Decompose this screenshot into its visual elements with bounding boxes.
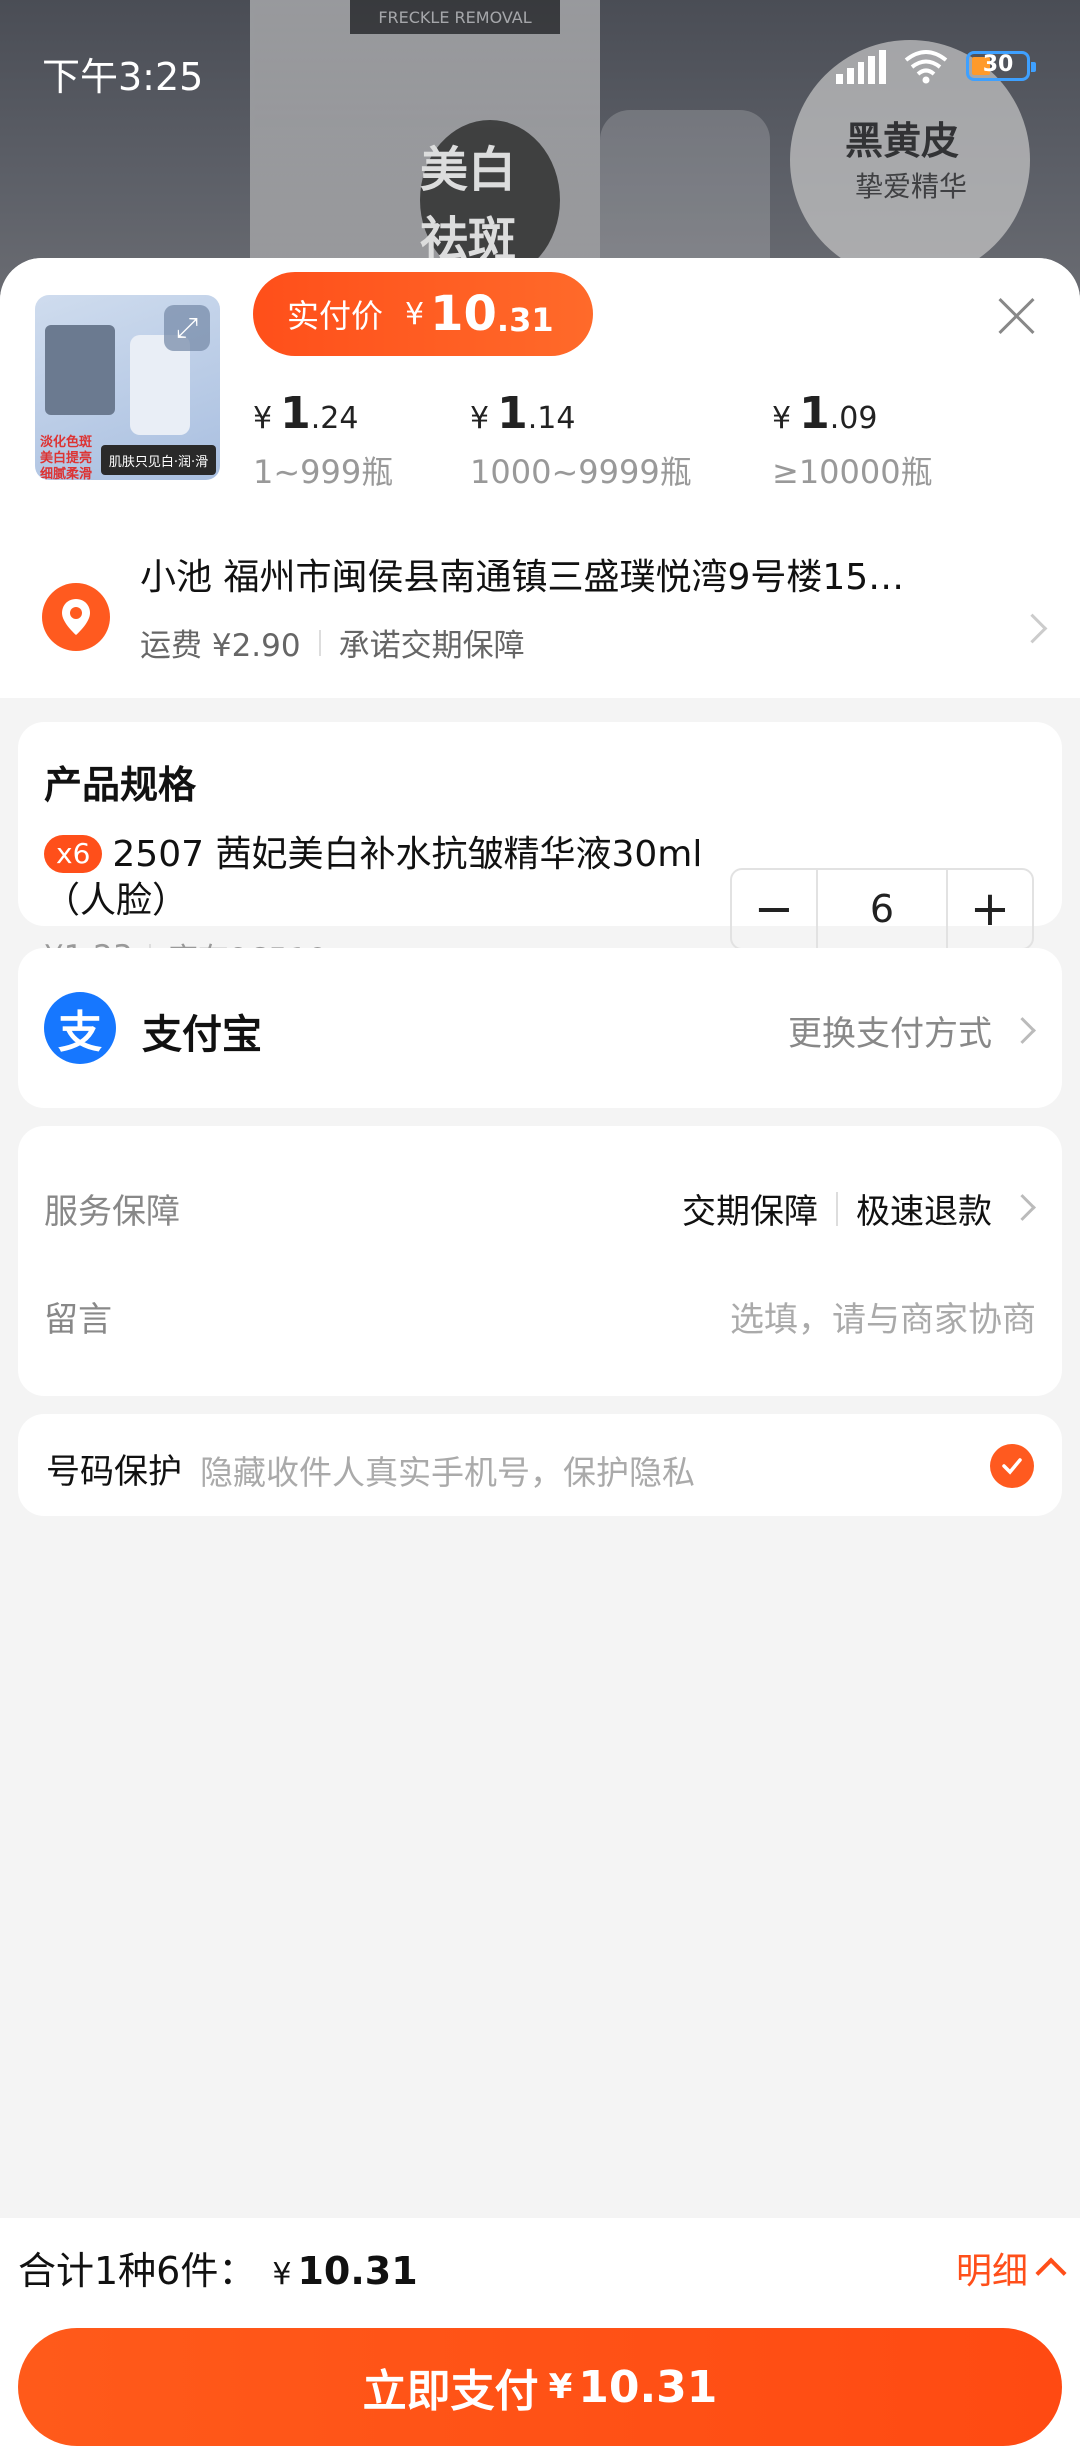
tier-range: 1000~9999瓶 xyxy=(470,453,692,491)
decrement-button[interactable]: − xyxy=(732,870,816,948)
chevron-right-icon xyxy=(1009,1194,1036,1221)
service-items[interactable]: 交期保障 极速退款 xyxy=(682,1184,992,1233)
thumb-caption: 淡化色斑 美白提亮 细腻柔滑 xyxy=(40,435,93,480)
pay-now-button[interactable]: 立即支付 ¥ 10.31 xyxy=(18,2328,1062,2446)
order-sheet: 淡化色斑 美白提亮 细腻柔滑 肌肤只见白·润·滑 ⤢ 实付价 ¥ 10 .31 … xyxy=(0,258,1080,2460)
quantity-value[interactable]: 6 xyxy=(816,870,948,948)
chevron-up-icon xyxy=(1035,2257,1067,2289)
total-amount: 10.31 xyxy=(297,2249,418,2293)
service-label: 服务保障 xyxy=(44,1192,180,1232)
note-label: 留言 xyxy=(44,1300,112,1340)
privacy-card[interactable]: 号码保护 隐藏收件人真实手机号，保护隐私 xyxy=(18,1414,1062,1516)
address-row[interactable]: 小池 福州市闽侯县南通镇三盛璞悦湾9号楼15… 运费 ¥2.90 承诺交期保障 xyxy=(0,508,1080,698)
service-item-delivery: 交期保障 xyxy=(682,1192,818,1232)
battery-level: 30 xyxy=(982,52,1014,77)
status-bar: 下午3:25 30 xyxy=(0,0,1080,130)
price-tier-1: ¥1.24 1~999瓶 xyxy=(253,388,394,491)
privacy-title: 号码保护 xyxy=(46,1452,182,1492)
price-tier-2: ¥1.14 1000~9999瓶 xyxy=(470,388,692,491)
chevron-right-icon xyxy=(1017,613,1048,644)
pay-now-amount: 10.31 xyxy=(578,2361,718,2413)
check-icon xyxy=(1002,1458,1022,1475)
service-card: 服务保障 交期保障 极速退款 留言 选填，请与商家协商 xyxy=(18,1126,1062,1396)
qty-badge: x6 xyxy=(44,835,103,873)
privacy-desc: 隐藏收件人真实手机号，保护隐私 xyxy=(200,1453,695,1492)
spec-item-name: x6 2507 茜妃美白补水抗皱精华液30ml（人脸） xyxy=(44,834,703,921)
product-thumbnail[interactable]: 淡化色斑 美白提亮 细腻柔滑 肌肤只见白·润·滑 ⤢ xyxy=(35,295,220,480)
price-tier-3: ¥1.09 ≥10000瓶 xyxy=(772,388,933,491)
delivery-promise: 承诺交期保障 xyxy=(338,628,525,664)
status-time: 下午3:25 xyxy=(42,55,204,99)
status-icons: 30 xyxy=(836,48,1036,84)
increment-button[interactable]: + xyxy=(948,870,1032,948)
chevron-right-icon xyxy=(1009,1017,1036,1044)
hero-badge-line2: 挚爱精华 xyxy=(855,170,968,203)
signal-icon xyxy=(836,48,886,84)
product-header: 淡化色斑 美白提亮 细腻柔滑 肌肤只见白·润·滑 ⤢ 实付价 ¥ 10 .31 … xyxy=(0,258,1080,508)
privacy-checkbox[interactable] xyxy=(990,1444,1034,1488)
actual-price-int: 10 xyxy=(430,286,497,342)
payment-card[interactable]: 支 支付宝 更换支付方式 xyxy=(18,948,1062,1108)
service-item-refund: 极速退款 xyxy=(856,1192,992,1232)
quantity-stepper[interactable]: − 6 + xyxy=(730,868,1034,950)
change-payment-link[interactable]: 更换支付方式 xyxy=(788,1006,992,1055)
total-label: 合计1种6件： xyxy=(18,2249,257,2293)
order-total: 合计1种6件： ¥ 10.31 xyxy=(18,2240,418,2295)
hero-tag-text: 美白祛斑 xyxy=(420,120,560,280)
pay-now-label: 立即支付 xyxy=(362,2366,539,2417)
thumb-band: 肌肤只见白·润·滑 xyxy=(101,445,216,475)
battery-icon: 30 xyxy=(966,51,1036,81)
address-text: 小池 福州市闽侯县南通镇三盛璞悦湾9号楼15… xyxy=(140,557,905,598)
tier-range: 1~999瓶 xyxy=(253,453,394,491)
alipay-icon: 支 xyxy=(44,992,116,1064)
expand-icon[interactable]: ⤢ xyxy=(164,305,210,351)
actual-price-dec: .31 xyxy=(496,301,554,339)
payment-method-name: 支付宝 xyxy=(142,1012,262,1058)
actual-price-label: 实付价 xyxy=(287,297,384,335)
note-input[interactable]: 选填，请与商家协商 xyxy=(730,1292,1036,1341)
tier-range: ≥10000瓶 xyxy=(772,453,933,491)
location-pin-icon xyxy=(42,583,110,651)
shipping-fee: 运费 ¥2.90 xyxy=(140,628,301,664)
checkout-footer: 合计1种6件： ¥ 10.31 明细 立即支付 ¥ 10.31 xyxy=(0,2218,1080,2460)
detail-toggle[interactable]: 明细 xyxy=(955,2242,1067,2294)
close-icon[interactable] xyxy=(995,294,1039,338)
wifi-icon xyxy=(904,50,948,84)
detail-label: 明细 xyxy=(955,2251,1028,2292)
actual-price-badge: 实付价 ¥ 10 .31 xyxy=(253,272,593,356)
shipping-info: 运费 ¥2.90 承诺交期保障 xyxy=(140,620,525,665)
